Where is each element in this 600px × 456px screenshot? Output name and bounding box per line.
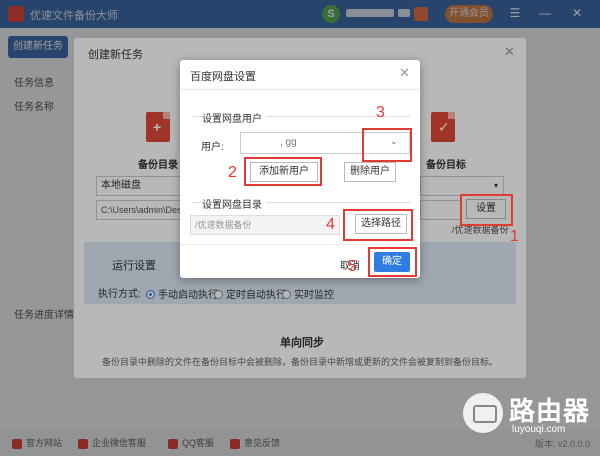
annotation-box-5 — [368, 247, 417, 277]
delete-user-button[interactable]: 删除用户 — [344, 162, 396, 182]
watermark-url: luyouqi.com — [512, 424, 566, 435]
annotation-box-2 — [244, 157, 322, 186]
watermark-router-icon — [463, 393, 503, 433]
dir-section-title: 设置网盘目录 — [202, 196, 266, 211]
dialog-footer-line — [180, 244, 420, 245]
dialog-title: 百度网盘设置 — [190, 71, 256, 83]
annotation-box-4 — [343, 209, 413, 241]
annotation-number-2: 2 — [228, 164, 237, 181]
user-value: , gg — [280, 137, 297, 148]
watermark-title: 路由器 — [509, 396, 591, 426]
user-section-title: 设置网盘用户 — [202, 110, 266, 125]
user-label: 用户: — [201, 142, 224, 153]
dialog-divider — [180, 89, 420, 90]
annotation-number-1: 1 — [510, 228, 519, 245]
dialog-close-icon[interactable]: ✕ — [399, 65, 410, 81]
annotation-number-5: 5 — [348, 258, 357, 275]
annotation-box-3 — [362, 128, 412, 162]
netdisk-path-input[interactable]: /优速数据备份 — [190, 215, 340, 235]
annotation-box-1 — [460, 194, 513, 226]
annotation-number-3: 3 — [376, 104, 385, 121]
annotation-number-4: 4 — [326, 216, 335, 233]
